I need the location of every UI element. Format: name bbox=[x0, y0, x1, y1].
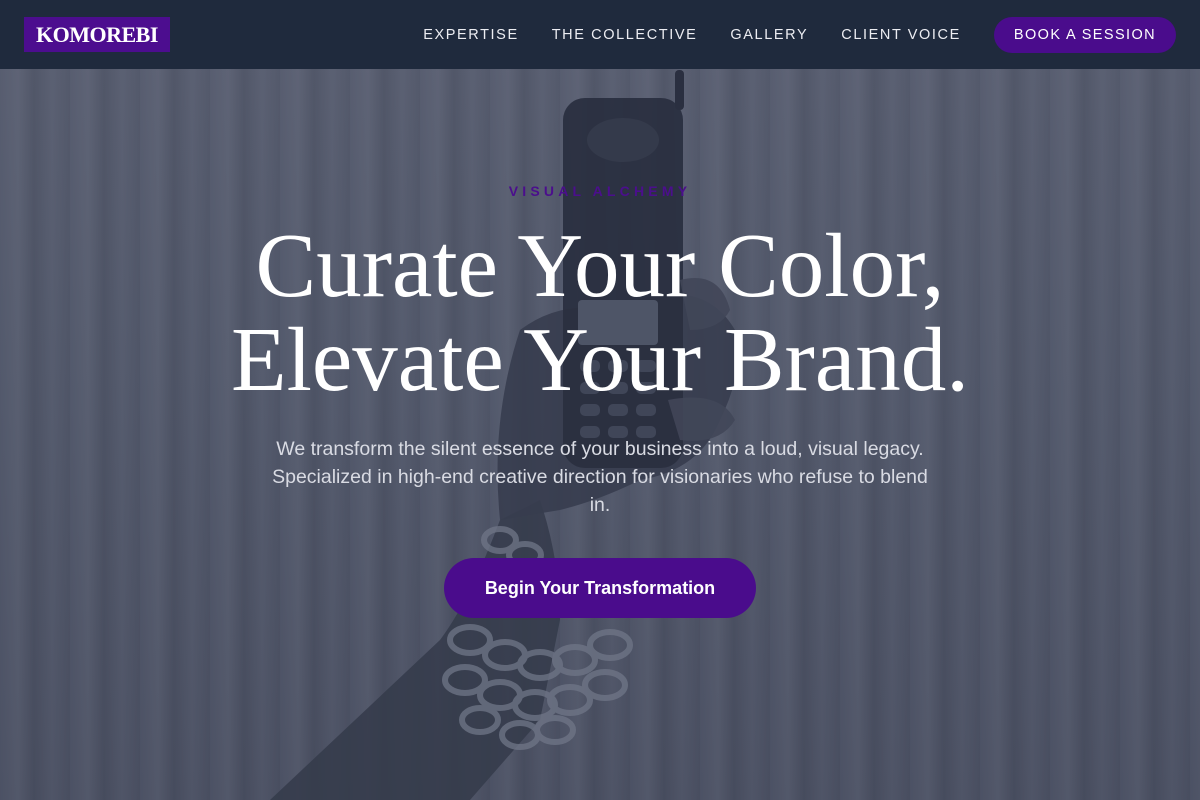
begin-transformation-button[interactable]: Begin Your Transformation bbox=[444, 558, 756, 618]
nav-link-gallery[interactable]: GALLERY bbox=[730, 27, 808, 43]
nav-link-expertise[interactable]: EXPERTISE bbox=[423, 27, 519, 43]
nav-link-client-voice[interactable]: CLIENT VOICE bbox=[841, 27, 961, 43]
hero-headline-line-2: Elevate Your Brand. bbox=[231, 309, 969, 410]
hero-headline-line-1: Curate Your Color, bbox=[255, 215, 945, 316]
hero-eyebrow: VISUAL ALCHEMY bbox=[508, 183, 692, 199]
nav-links: EXPERTISE THE COLLECTIVE GALLERY CLIENT … bbox=[423, 16, 1176, 53]
book-session-button[interactable]: BOOK A SESSION bbox=[993, 16, 1176, 53]
hero-headline: Curate Your Color, Elevate Your Brand. bbox=[0, 219, 1200, 407]
brand-logo[interactable]: KOMOREBI bbox=[24, 17, 170, 52]
nav-link-the-collective[interactable]: THE COLLECTIVE bbox=[552, 27, 698, 43]
hero-subtext: We transform the silent essence of your … bbox=[272, 438, 928, 516]
hero-section: VISUAL ALCHEMY Curate Your Color, Elevat… bbox=[0, 69, 1200, 800]
top-navigation: KOMOREBI EXPERTISE THE COLLECTIVE GALLER… bbox=[0, 0, 1200, 69]
